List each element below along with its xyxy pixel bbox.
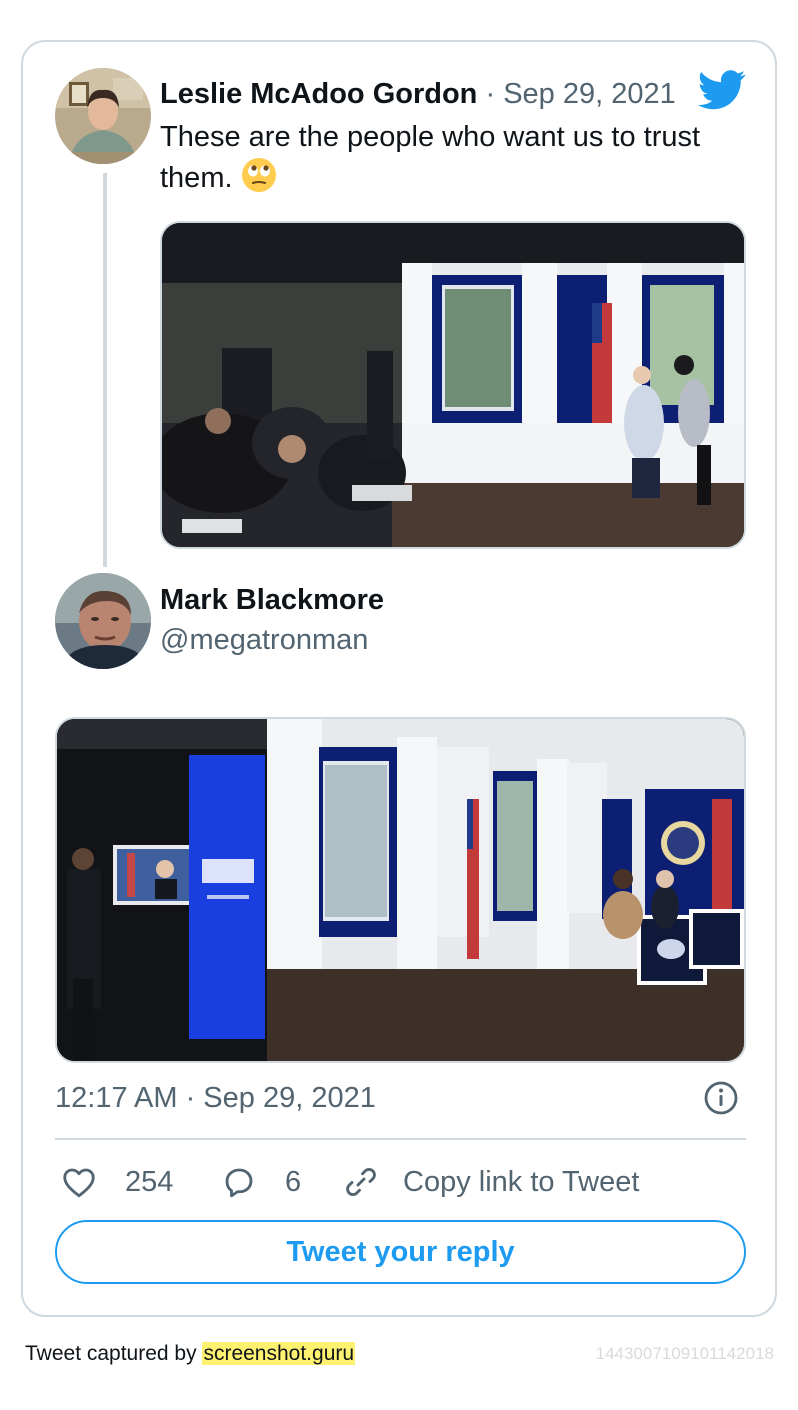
copy-link-button[interactable]: Copy link to Tweet bbox=[343, 1160, 639, 1204]
quoted-tweet-header: Leslie McAdoo Gordon · Sep 29, 2021 bbox=[160, 76, 676, 112]
heart-icon bbox=[63, 1168, 95, 1198]
tweet-id: 1443007109101142018 bbox=[595, 1344, 774, 1363]
quoted-tweet-photo[interactable] bbox=[160, 221, 746, 549]
author-handle[interactable]: @megatronman bbox=[160, 622, 368, 658]
twitter-bird-icon[interactable] bbox=[697, 70, 746, 110]
quoted-author-avatar[interactable] bbox=[55, 68, 151, 164]
quoted-author-name[interactable]: Leslie McAdoo Gordon bbox=[160, 78, 477, 110]
like-count: 254 bbox=[125, 1165, 174, 1198]
divider bbox=[55, 1138, 746, 1140]
action-bar: 254 6 Copy link to Tweet bbox=[55, 1160, 746, 1204]
header-separator: · bbox=[485, 78, 496, 110]
copy-link-label: Copy link to Tweet bbox=[403, 1165, 640, 1198]
capture-footer: Tweet captured by screenshot.guru bbox=[25, 1340, 356, 1368]
info-icon[interactable] bbox=[703, 1080, 739, 1116]
author-name[interactable]: Mark Blackmore bbox=[160, 582, 384, 618]
screenshot-guru-link[interactable]: screenshot.guru bbox=[202, 1342, 356, 1365]
tweet-photo[interactable] bbox=[55, 717, 746, 1063]
reply-bubble-icon bbox=[225, 1168, 253, 1198]
captured-by-text: Tweet captured by bbox=[25, 1342, 197, 1365]
like-button[interactable]: 254 bbox=[61, 1160, 173, 1204]
tweet-your-reply-button[interactable]: Tweet your reply bbox=[55, 1220, 746, 1284]
author-avatar[interactable] bbox=[55, 573, 151, 669]
quoted-tweet-text: These are the people who want us to trus… bbox=[160, 117, 750, 198]
tweet-timestamp[interactable]: 12:17 AM · Sep 29, 2021 bbox=[55, 1080, 376, 1116]
rolling-eyes-emoji bbox=[241, 157, 277, 193]
reply-button[interactable]: 6 bbox=[221, 1160, 301, 1204]
link-icon bbox=[346, 1168, 376, 1196]
quoted-tweet-date[interactable]: Sep 29, 2021 bbox=[503, 78, 676, 110]
thread-connector-line bbox=[103, 173, 107, 567]
tweet-card: Leslie McAdoo Gordon · Sep 29, 2021 Thes… bbox=[21, 40, 777, 1317]
reply-count: 6 bbox=[285, 1165, 302, 1198]
